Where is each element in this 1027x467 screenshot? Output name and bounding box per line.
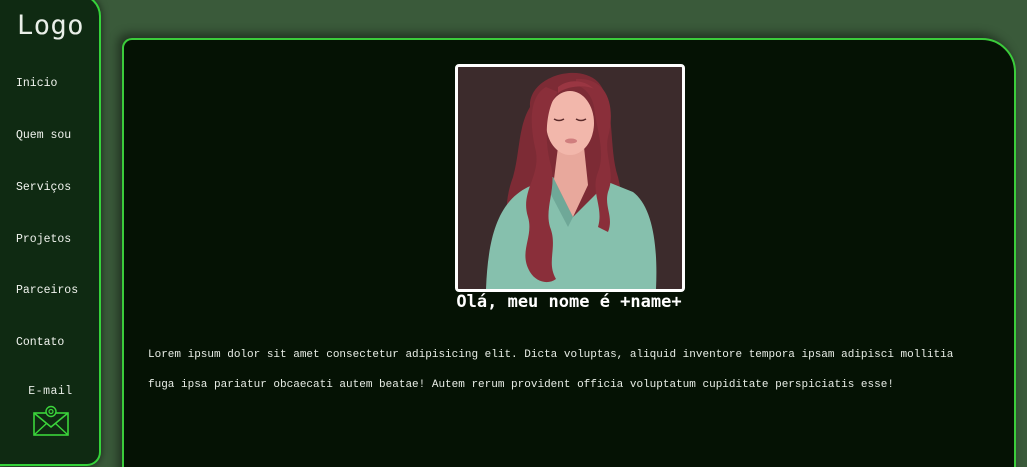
nav-item-parceiros[interactable]: Parceiros — [16, 284, 78, 297]
sidebar: Logo Inicio Quem sou Serviços Projetos P… — [0, 0, 101, 466]
bio-text: Lorem ipsum dolor sit amet consectetur a… — [148, 349, 954, 391]
greeting-title: Olá, meu nome é +name+ — [456, 292, 682, 312]
nav-item-projetos[interactable]: Projetos — [16, 233, 71, 246]
nav-item-servicos[interactable]: Serviços — [16, 181, 71, 194]
logo[interactable]: Logo — [0, 10, 101, 41]
nav-item-quem-sou[interactable]: Quem sou — [16, 129, 71, 142]
page: Logo Inicio Quem sou Serviços Projetos P… — [0, 0, 1027, 467]
envelope-at-icon[interactable] — [32, 405, 70, 437]
email-label: E-mail — [28, 385, 73, 398]
profile-photo — [455, 64, 685, 292]
nav-item-inicio[interactable]: Inicio — [16, 77, 57, 90]
main-content: Olá, meu nome é +name+ Lorem ipsum dolor… — [122, 38, 1016, 467]
nav-item-contato[interactable]: Contato — [16, 336, 64, 349]
